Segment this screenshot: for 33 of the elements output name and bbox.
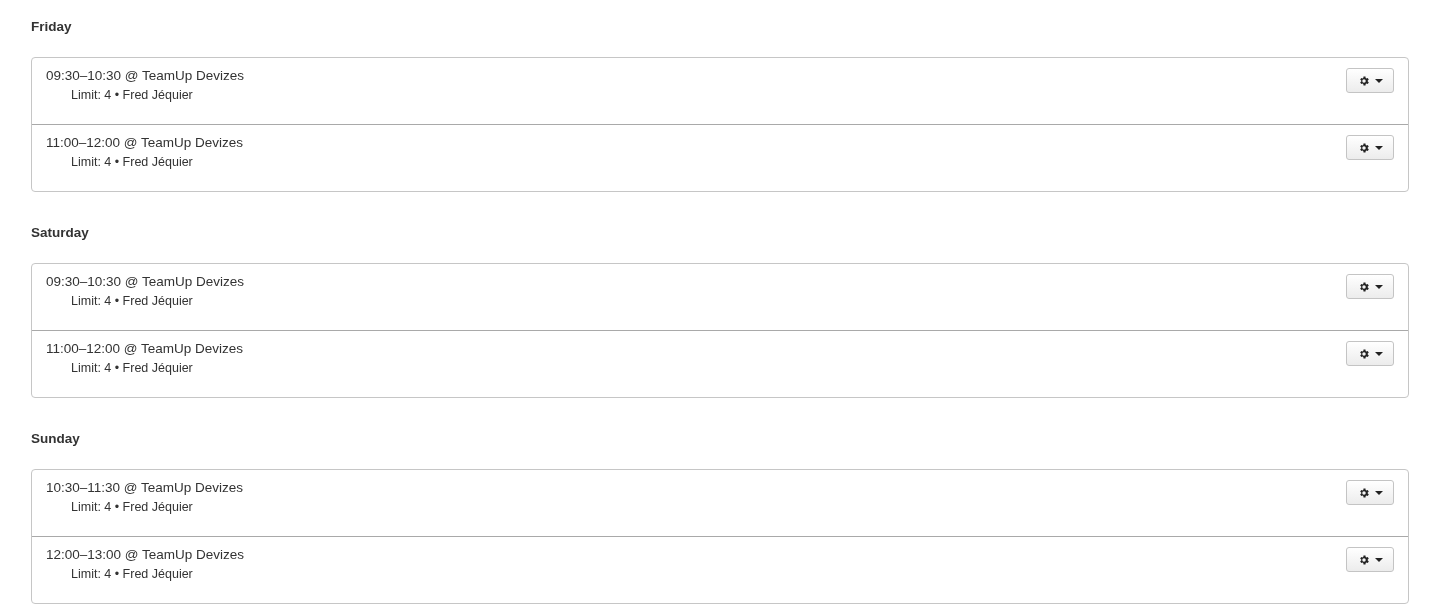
settings-icon <box>1357 280 1370 293</box>
session-details: Limit: 4 • Fred Jéquier <box>71 293 193 309</box>
session-time-location: 09:30–10:30 @ TeamUp Devizes <box>46 67 245 85</box>
settings-dropdown-button[interactable] <box>1346 274 1394 299</box>
day-heading: Friday <box>31 18 72 36</box>
session-details: Limit: 4 • Fred Jéquier <box>71 360 193 376</box>
caret-icon <box>1374 490 1383 495</box>
caret-icon <box>1374 78 1383 83</box>
settings-dropdown-button[interactable] <box>1346 135 1394 160</box>
session-details: Limit: 4 • Fred Jéquier <box>71 154 193 170</box>
settings-icon <box>1357 74 1370 87</box>
day-heading: Sunday <box>31 430 80 448</box>
session-time-location: 12:00–13:00 @ TeamUp Devizes <box>46 546 245 564</box>
settings-dropdown-button[interactable] <box>1346 341 1394 366</box>
settings-dropdown-button[interactable] <box>1346 68 1394 93</box>
settings-dropdown-button[interactable] <box>1346 547 1394 572</box>
session-time-location: 10:30–11:30 @ TeamUp Devizes <box>46 479 244 497</box>
caret-icon <box>1374 351 1383 356</box>
settings-dropdown-button[interactable] <box>1346 480 1394 505</box>
caret-icon <box>1374 557 1383 562</box>
session-time-location: 09:30–10:30 @ TeamUp Devizes <box>46 273 245 291</box>
caret-icon <box>1374 284 1383 289</box>
session-details: Limit: 4 • Fred Jéquier <box>71 87 193 103</box>
settings-icon <box>1357 141 1370 154</box>
settings-icon <box>1357 347 1370 360</box>
day-heading: Saturday <box>31 224 89 242</box>
settings-icon <box>1357 486 1370 499</box>
session-time-location: 11:00–12:00 @ TeamUp Devizes <box>46 340 244 358</box>
settings-icon <box>1357 553 1370 566</box>
session-time-location: 11:00–12:00 @ TeamUp Devizes <box>46 134 244 152</box>
caret-icon <box>1374 145 1383 150</box>
session-details: Limit: 4 • Fred Jéquier <box>71 499 193 515</box>
session-details: Limit: 4 • Fred Jéquier <box>71 566 193 582</box>
